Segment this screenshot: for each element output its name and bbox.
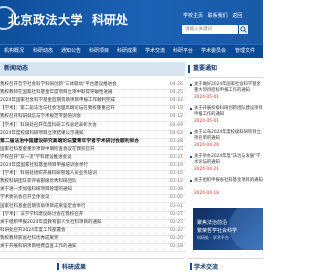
news-section-header: 新闻动态 — [0, 62, 185, 76]
notice-section-title[interactable]: 重要通知 — [193, 62, 217, 76]
notice-title[interactable]: 关于做好2024年国家社会科学基金重大项目招标申报工作的通知 — [194, 82, 263, 94]
department-name: 科研处 — [92, 13, 129, 27]
section-marker — [190, 263, 192, 270]
nav-item-documents[interactable]: 管理文件 — [235, 45, 255, 58]
bullet-icon — [190, 108, 192, 110]
bullet-icon — [190, 132, 192, 134]
exchange-section-title[interactable]: 学术交流 — [194, 262, 218, 271]
news-list-item[interactable]: 关于开展科研项目经费自查工作的通知 02-18 — [0, 242, 185, 252]
promo-banner[interactable]: 聚焦法治前沿 繁荣哲学社会科学 科研处 · 学术平台 — [193, 208, 263, 250]
section-marker — [188, 65, 190, 73]
search-icon[interactable] — [239, 25, 248, 34]
notice-title[interactable]: 关于组织申报省社科基金项目的通知 — [194, 178, 263, 184]
notice-section-header: 重要通知 — [188, 62, 263, 76]
nav-item-notices[interactable]: 通知公告 — [61, 45, 81, 58]
nav-item-platforms[interactable]: 科研平台 — [173, 45, 193, 58]
notice-date: 2024-04-26 — [194, 143, 219, 148]
top-links: 学校主页 联系我们 返回 — [183, 12, 245, 19]
divider — [188, 77, 263, 78]
top-link-back[interactable]: 返回 — [232, 13, 242, 19]
bullet-icon — [190, 84, 192, 86]
search-input[interactable]: 请输入关键词 — [182, 25, 238, 34]
news-section-title[interactable]: 新闻动态 — [0, 62, 28, 76]
banner-line-2: 繁荣哲学社会科学 — [197, 228, 238, 234]
notice-date: 2024-05-01 — [194, 95, 219, 100]
notice-date: 2024-04-21 — [194, 167, 219, 172]
university-logo-text[interactable]: 北京政法大学 — [8, 11, 83, 28]
bullet-icon — [190, 156, 192, 158]
notice-title[interactable]: 关于开展校级科研创新团队建设项目申报工作的通知 — [194, 106, 263, 118]
notice-title[interactable]: 关于公布2024年度校级科研项目立项名单的通知 — [194, 130, 263, 142]
nav-item-committee[interactable]: 学术委员会 — [201, 45, 226, 58]
notice-title[interactable]: 关于举办2024年度"法治与发展"学术论坛的通知 — [194, 154, 263, 166]
nav-item-news[interactable]: 科研动态 — [33, 45, 53, 58]
achievements-section-title[interactable]: 科研成果 — [62, 262, 86, 271]
top-link-contact[interactable]: 联系我们 — [208, 13, 228, 19]
section-marker — [57, 263, 59, 270]
notice-date: 2024-05-01 — [194, 119, 219, 124]
top-link-home[interactable]: 学校主页 — [183, 13, 203, 19]
nav-item-overview[interactable]: 机构概况 — [4, 45, 24, 58]
banner-line-1: 聚焦法治前沿 — [197, 220, 228, 226]
notice-date: 2024-04-18 — [194, 191, 219, 196]
exchange-section-header: 学术交流 — [188, 258, 263, 272]
achievements-section-header: 科研成果 — [0, 258, 185, 272]
row-divider — [0, 251, 185, 252]
main-nav: 机构概况 科研动态 通知公告 科研项目 科研成果 学术交流 科研平台 学术委员会… — [0, 44, 263, 58]
banner-line-3: 科研处 · 学术平台 — [197, 235, 229, 240]
bullet-icon — [190, 180, 192, 182]
site-header: 北京政法大学 科研处 学校主页 联系我们 返回 请输入关键词 — [0, 0, 263, 44]
nav-item-exchange[interactable]: 学术交流 — [145, 45, 165, 58]
nav-item-projects[interactable]: 科研项目 — [89, 45, 109, 58]
nav-item-achievements[interactable]: 科研成果 — [117, 45, 137, 58]
